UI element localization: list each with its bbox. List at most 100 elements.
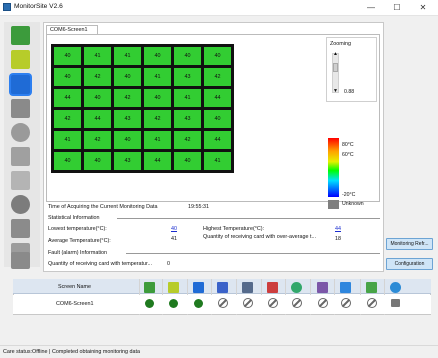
lowest-temp-label: Lowest temperature(°C): — [48, 226, 107, 232]
grid-cell[interactable]: 43 — [114, 152, 141, 170]
grid-cell[interactable]: 40 — [204, 110, 231, 128]
zoom-slider[interactable] — [332, 53, 339, 93]
grid-cell[interactable]: 42 — [204, 68, 231, 86]
grid-cell[interactable]: 40 — [174, 152, 201, 170]
module-ok-icon — [169, 299, 178, 308]
fault-header: Fault (alarm) Information — [48, 250, 108, 256]
grid-cell[interactable]: 40 — [114, 131, 141, 149]
magnet-na-icon — [318, 298, 328, 308]
lowest-temp-value[interactable]: 40 — [171, 226, 177, 232]
humidity-col-icon — [217, 282, 228, 293]
statistical-header: Statistical Information — [48, 215, 100, 221]
acquire-time-value: 19:55:31 — [188, 204, 209, 210]
grid-cell[interactable]: 44 — [204, 89, 231, 107]
magnet-col-icon — [317, 282, 328, 293]
power-icon[interactable] — [11, 99, 30, 118]
fault-count-value: 0 — [167, 261, 170, 267]
grid-cell[interactable]: 44 — [54, 89, 81, 107]
monitoring-refresh-button[interactable]: Monitoring Refr... — [386, 238, 433, 250]
maximize-button[interactable]: ☐ — [384, 0, 410, 16]
grid-cell[interactable]: 41 — [54, 131, 81, 149]
grid-cell[interactable]: 43 — [114, 110, 141, 128]
temperature-ok-icon — [194, 299, 203, 308]
keyboard-icon[interactable] — [11, 252, 30, 269]
grid-cell[interactable]: 40 — [204, 47, 231, 65]
grid-cell[interactable]: 41 — [174, 89, 201, 107]
grid-cell[interactable]: 40 — [54, 68, 81, 86]
smoke-icon[interactable] — [11, 147, 30, 166]
network-icon[interactable] — [11, 171, 30, 190]
grid-cell[interactable]: 44 — [84, 110, 111, 128]
grid-cell[interactable]: 42 — [84, 68, 111, 86]
grid-cell[interactable]: 42 — [114, 89, 141, 107]
statistical-divider — [117, 218, 380, 219]
grid-cell[interactable]: 44 — [204, 131, 231, 149]
over-average-value: 18 — [335, 236, 341, 242]
module-icon[interactable] — [11, 50, 30, 69]
highest-temp-label: Highest Temperature(°C): — [203, 226, 265, 232]
grid-cell[interactable]: 40 — [84, 89, 111, 107]
fan-icon[interactable] — [11, 123, 30, 142]
grid-cell[interactable]: 42 — [174, 131, 201, 149]
monitor-icon — [391, 299, 400, 307]
zoom-value: 0.88 — [344, 89, 355, 95]
grid-cell[interactable]: 44 — [144, 152, 171, 170]
grid-cell[interactable]: 40 — [144, 89, 171, 107]
temperature-col-icon — [193, 282, 204, 293]
grid-cell[interactable]: 42 — [54, 110, 81, 128]
scale-low-label: -20°C — [342, 192, 356, 198]
temperature-grid: 40 41 41 40 40 40 40 42 40 41 43 42 44 4… — [51, 44, 234, 173]
scale-unknown-label: Unknown — [342, 201, 364, 207]
minimize-button[interactable]: — — [358, 0, 384, 16]
grid-cell[interactable]: 40 — [114, 68, 141, 86]
grid-cell[interactable]: 40 — [174, 47, 201, 65]
voltage-na-icon — [292, 298, 302, 308]
receiving-card-icon[interactable] — [11, 26, 30, 45]
smoke-na-icon — [243, 298, 253, 308]
grid-cell[interactable]: 41 — [144, 131, 171, 149]
receiving-card-col-icon — [144, 282, 155, 293]
grid-cell[interactable]: 42 — [84, 131, 111, 149]
fault-count-label: Quantity of receiving card with temperat… — [48, 261, 152, 267]
status-bar: Care status:Offline | Completed obtainin… — [0, 345, 438, 358]
grid-cell[interactable]: 40 — [144, 47, 171, 65]
temperature-color-scale — [328, 138, 339, 197]
scale-high-label: 80°C — [342, 142, 354, 148]
grid-cell[interactable]: 40 — [54, 47, 81, 65]
highest-temp-value[interactable]: 44 — [335, 226, 341, 232]
receiving-card-ok-icon — [145, 299, 154, 308]
configuration-button[interactable]: Configuration — [386, 258, 433, 270]
scale-mid-label: 60°C — [342, 152, 354, 158]
grid-cell[interactable]: 41 — [114, 47, 141, 65]
humidity-na-icon — [218, 298, 228, 308]
zoom-slider-thumb[interactable] — [333, 63, 338, 72]
average-temp-value: 41 — [171, 236, 177, 242]
screen-name-header: Screen Name — [58, 284, 91, 290]
grid-cell[interactable]: 40 — [84, 152, 111, 170]
zoom-down-icon[interactable]: ▼ — [331, 88, 340, 94]
voltage-icon[interactable] — [11, 195, 30, 214]
network-col-icon — [366, 282, 377, 293]
fault-divider — [126, 253, 380, 254]
grid-cell[interactable]: 42 — [144, 110, 171, 128]
zoom-label: Zooming — [330, 41, 351, 47]
grid-cell[interactable]: 41 — [144, 68, 171, 86]
app-icon — [3, 3, 11, 11]
grid-cell[interactable]: 43 — [174, 68, 201, 86]
grid-cell[interactable]: 40 — [54, 152, 81, 170]
export-na-icon — [341, 298, 351, 308]
temperature-icon[interactable] — [11, 75, 30, 94]
zoom-up-icon[interactable]: ▲ — [331, 51, 340, 57]
grid-cell[interactable]: 41 — [84, 47, 111, 65]
average-temp-label: Average Temperature(°C): — [48, 238, 111, 244]
close-button[interactable]: ✕ — [410, 0, 436, 16]
window-title: MonitorSite V2.6 — [14, 3, 63, 10]
grid-cell[interactable]: 43 — [174, 110, 201, 128]
tab-screen[interactable]: COM6-Screen1 — [46, 25, 98, 34]
voltage-col-icon — [291, 282, 302, 293]
unknown-swatch — [328, 200, 339, 209]
over-average-label: Quantity of receiving card with over-ave… — [203, 234, 316, 240]
globe-col-icon — [390, 282, 401, 293]
magnet-icon[interactable] — [11, 219, 30, 238]
grid-cell[interactable]: 41 — [204, 152, 231, 170]
